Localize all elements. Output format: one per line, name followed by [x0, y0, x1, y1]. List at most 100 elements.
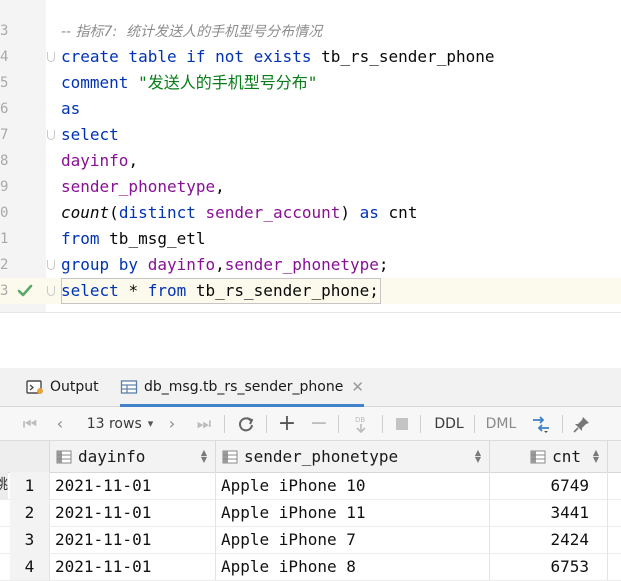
code-text: select * from tb_rs_sender_phone;	[61, 278, 381, 304]
close-icon[interactable]: ✕	[351, 378, 364, 396]
code-text: as	[61, 96, 80, 122]
pin-icon[interactable]	[570, 407, 594, 440]
column-header-cnt[interactable]: cnt ▲ ▼	[490, 441, 608, 472]
delete-row-icon[interactable]: −	[308, 407, 330, 440]
code-line[interactable]: 3 -- 指标7: 统计发送人的手机型号分布情况	[0, 18, 621, 44]
column-header-label: dayinfo	[78, 447, 146, 466]
tab-output[interactable]: Output	[26, 368, 99, 406]
line-number: 2	[0, 257, 8, 273]
line-number: 6	[0, 101, 8, 117]
code-text: from tb_msg_etl	[61, 226, 206, 252]
code-token: *	[128, 281, 148, 300]
table-row[interactable]: 2 2021-11-01 Apple iPhone 11 3441	[0, 499, 621, 527]
table-row[interactable]: 4 2021-11-01 Apple iPhone 8 6753	[0, 553, 621, 581]
code-token: ,	[215, 255, 225, 274]
first-page-icon[interactable]: ⏮	[20, 407, 40, 440]
code-token: (	[109, 203, 119, 222]
stop-icon[interactable]	[392, 407, 412, 440]
results-panel-tabs: Output db_msg.tb_rs_sender_phone ✕	[0, 368, 621, 407]
table-row[interactable]: 3 2021-11-01 Apple iPhone 7 2424	[0, 526, 621, 554]
code-token: sender_account	[205, 203, 341, 222]
cell-dayinfo[interactable]: 2021-11-01	[50, 472, 216, 499]
code-text: select	[61, 122, 119, 148]
cell-cnt[interactable]: 3441	[490, 499, 608, 526]
fold-marker-icon[interactable]	[47, 260, 55, 270]
column-header-dayinfo[interactable]: dayinfo ▲ ▼	[50, 441, 216, 472]
cell-sender-phonetype[interactable]: Apple iPhone 7	[216, 526, 490, 553]
sort-icon[interactable]: ▲ ▼	[201, 449, 207, 464]
code-token: count	[61, 203, 110, 222]
submit-db-icon[interactable]: DB	[348, 407, 374, 440]
cell-dayinfo[interactable]: 2021-11-01	[50, 499, 216, 526]
cell-sender-phonetype[interactable]: Apple iPhone 8	[216, 553, 490, 580]
fold-marker-icon[interactable]	[47, 286, 55, 296]
cell-cnt[interactable]: 2424	[490, 526, 608, 553]
code-token: cnt	[388, 203, 418, 222]
fold-marker-icon[interactable]	[47, 52, 55, 62]
code-text: create table if not exists tb_rs_sender_…	[61, 44, 494, 70]
tab-result-table-label: db_msg.tb_rs_sender_phone	[144, 379, 344, 395]
code-line[interactable]: 3 select * from tb_rs_sender_phone;	[0, 278, 621, 304]
line-number: 3	[0, 23, 8, 39]
cell-sender-phonetype[interactable]: Apple iPhone 10	[216, 472, 490, 499]
code-line[interactable]: 1 from tb_msg_etl	[0, 226, 621, 252]
code-token: "发送人的手机型号分布"	[138, 73, 318, 92]
code-token: distinct	[118, 203, 206, 222]
code-line[interactable]: 6 as	[0, 96, 621, 122]
row-number[interactable]: 2	[10, 499, 50, 526]
cell-cnt[interactable]: 6753	[490, 553, 608, 580]
refresh-icon[interactable]	[234, 407, 258, 440]
code-token: group by	[61, 255, 148, 274]
toolbar-separator	[474, 415, 475, 433]
column-icon	[56, 450, 72, 463]
code-token: tb_rs_sender_phone	[321, 47, 495, 66]
code-token: select	[61, 281, 129, 300]
tab-output-label: Output	[50, 379, 99, 395]
cell-cnt[interactable]: 6749	[490, 472, 608, 499]
row-number[interactable]: 3	[10, 526, 50, 553]
line-number: 8	[0, 153, 8, 169]
line-number: 3	[0, 283, 8, 299]
code-line[interactable]: 8 dayinfo,	[0, 148, 621, 174]
last-page-icon[interactable]: ⏭	[192, 407, 216, 440]
grid-header: dayinfo ▲ ▼ sender_phonetype ▲ ▼ cnt ▲ ▼	[0, 441, 621, 473]
code-line[interactable]: 9 sender_phonetype,	[0, 174, 621, 200]
add-row-icon[interactable]: +	[276, 407, 298, 440]
row-number[interactable]: 4	[10, 553, 50, 580]
column-header-sender-phonetype[interactable]: sender_phonetype ▲ ▼	[216, 441, 490, 472]
cell-dayinfo[interactable]: 2021-11-01	[50, 553, 216, 580]
next-page-icon[interactable]: ›	[162, 407, 182, 440]
sort-icon[interactable]: ▲ ▼	[475, 449, 481, 464]
tab-result-table[interactable]: db_msg.tb_rs_sender_phone ✕	[120, 368, 364, 407]
output-icon	[26, 380, 43, 394]
ddl-button[interactable]: DDL	[430, 407, 468, 440]
code-token: dayinfo	[147, 255, 216, 274]
column-header-label: sender_phonetype	[244, 447, 399, 466]
code-token: select	[61, 125, 119, 144]
row-count-selector[interactable]: 13 rows ▾	[80, 407, 160, 440]
cell-dayinfo[interactable]: 2021-11-01	[50, 526, 216, 553]
code-line[interactable]: 7 select	[0, 122, 621, 148]
code-token: tb_msg_etl	[109, 229, 206, 248]
cell-sender-phonetype[interactable]: Apple iPhone 11	[216, 499, 490, 526]
code-line[interactable]: 2 group by dayinfo,sender_phonetype;	[0, 252, 621, 278]
code-line[interactable]: 0 count(distinct sender_account) as cnt	[0, 200, 621, 226]
dml-button[interactable]: DML	[482, 407, 520, 440]
toolbar-separator	[562, 415, 563, 433]
editor-panel-divider	[0, 312, 621, 369]
column-icon	[222, 450, 238, 463]
code-text: sender_phonetype,	[61, 174, 225, 200]
code-token: tb_rs_sender_phone	[195, 281, 370, 300]
results-grid[interactable]: dayinfo ▲ ▼ sender_phonetype ▲ ▼ cnt ▲ ▼ 12…	[0, 441, 621, 581]
fold-marker-icon[interactable]	[47, 130, 55, 140]
table-row[interactable]: 1 2021-11-01 Apple iPhone 10 6749	[0, 472, 621, 500]
row-number[interactable]: 1	[10, 472, 50, 499]
table-icon	[120, 380, 138, 394]
prev-page-icon[interactable]: ‹	[50, 407, 70, 440]
code-line[interactable]: 5 comment "发送人的手机型号分布"	[0, 70, 621, 96]
code-line[interactable]: 4 create table if not exists tb_rs_sender…	[0, 44, 621, 70]
sort-icon[interactable]: ▲ ▼	[593, 449, 599, 464]
compare-arrows-icon[interactable]	[528, 407, 554, 440]
sql-editor[interactable]: 3 -- 指标7: 统计发送人的手机型号分布情况 4 create table if …	[0, 0, 621, 312]
code-token: ,	[215, 177, 225, 196]
